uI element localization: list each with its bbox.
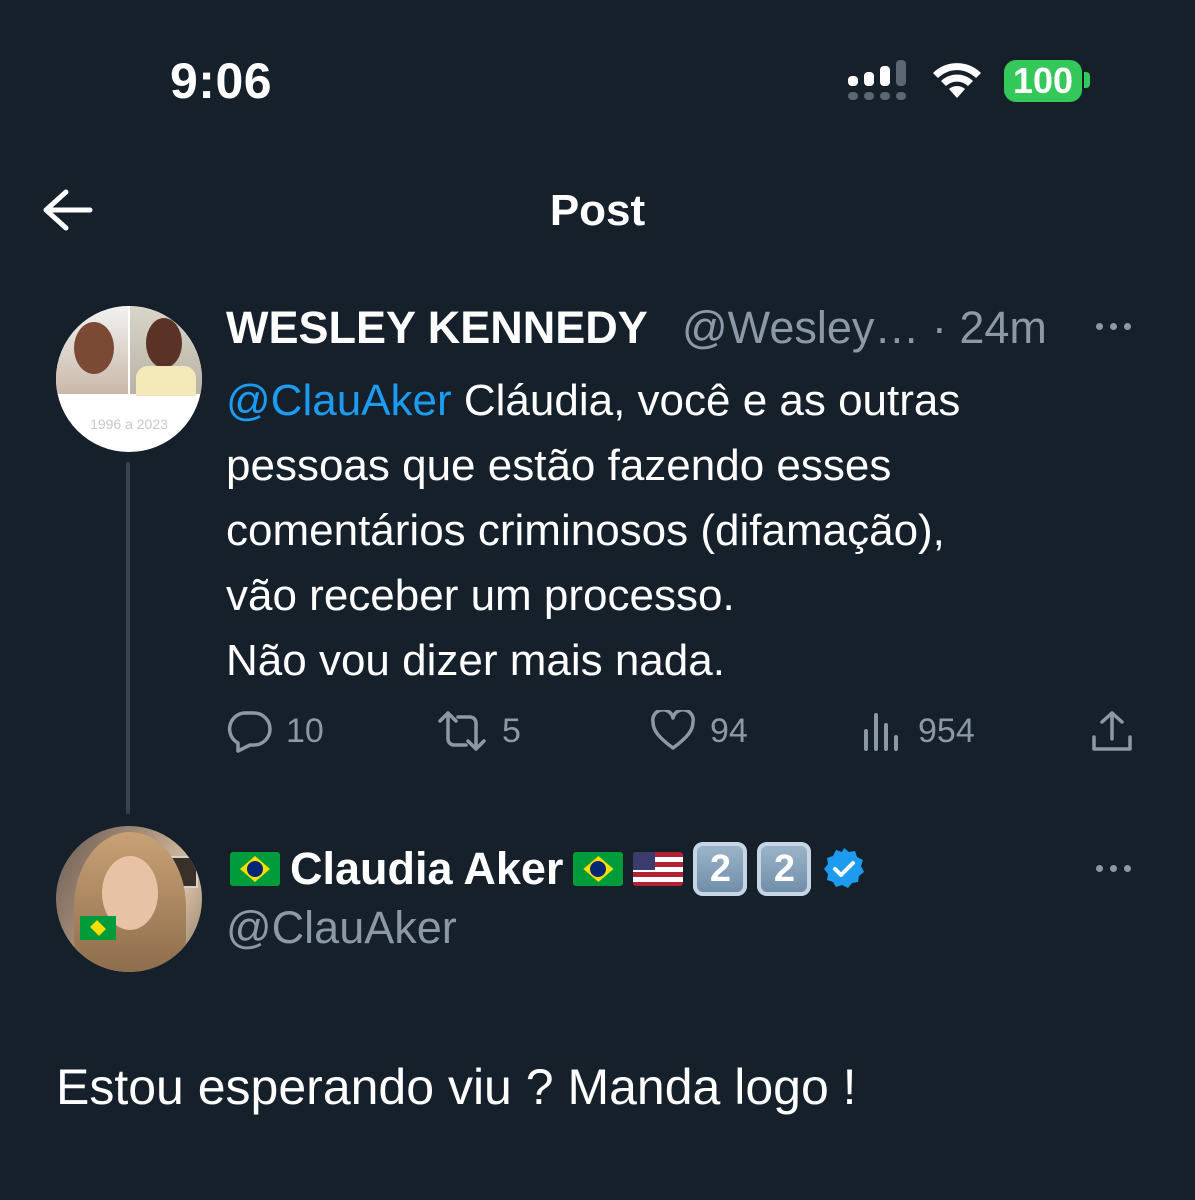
post-text-line: comentários criminosos (difamação), (226, 506, 945, 555)
handle[interactable]: @ClauAker (226, 902, 457, 954)
thread-connector (126, 462, 130, 814)
handle-timestamp[interactable]: @Wesley… · 24m (682, 302, 1047, 354)
like-count: 94 (710, 711, 748, 750)
flag-brazil-icon (80, 916, 116, 940)
flag-brazil-icon (230, 852, 280, 886)
heart-icon (651, 710, 695, 750)
display-name[interactable]: Claudia Aker (290, 843, 563, 895)
keycap-2-icon: 2 (693, 842, 748, 896)
wifi-icon (933, 63, 981, 98)
views-button[interactable]: 954 (862, 706, 975, 756)
mention-link[interactable]: @ClauAker (226, 376, 452, 425)
more-options-icon[interactable] (1094, 320, 1134, 332)
page-title: Post (549, 186, 646, 235)
verified-badge-icon (824, 848, 865, 888)
post-text-line: Não vou dizer mais nada. (226, 636, 725, 685)
status-time: 9:06 (170, 53, 273, 109)
avatar[interactable]: 1996 a 2023 (56, 306, 202, 452)
reply-button[interactable]: 10 (226, 706, 324, 756)
repost-icon (438, 711, 486, 751)
display-name[interactable]: WESLEY KENNEDY (226, 302, 648, 354)
share-button[interactable] (1090, 706, 1134, 756)
reply-icon (227, 711, 272, 753)
post-text-line: pessoas que estão fazendo esses (226, 441, 892, 490)
repost-count: 5 (502, 711, 521, 750)
keycap-2-icon: 2 (757, 842, 812, 896)
reply-text: Estou esperando viu ? Manda logo ! (56, 1059, 857, 1115)
reply-count: 10 (286, 711, 324, 750)
like-button[interactable]: 94 (650, 706, 748, 756)
post-text-line: Cláudia, você e as outras (463, 376, 961, 425)
more-options-icon[interactable] (1094, 862, 1134, 874)
display-name-row[interactable]: Claudia Aker 2 2 (230, 842, 867, 896)
battery-tip (1084, 72, 1090, 88)
views-chart-icon (864, 713, 898, 751)
post-text-line: vão receber um processo. (226, 571, 735, 620)
repost-button[interactable]: 5 (436, 706, 521, 756)
avatar[interactable] (56, 826, 202, 972)
avatar-caption: 1996 a 2023 (90, 416, 168, 432)
signal-icon (848, 60, 910, 100)
share-icon (1092, 711, 1132, 751)
flag-brazil-icon (573, 852, 624, 886)
post-text: @ClauAker Cláudia, você e as outras pess… (226, 368, 1106, 693)
view-count: 954 (918, 711, 975, 750)
flag-usa-icon (633, 852, 684, 886)
battery-icon: 100 (1004, 60, 1082, 102)
